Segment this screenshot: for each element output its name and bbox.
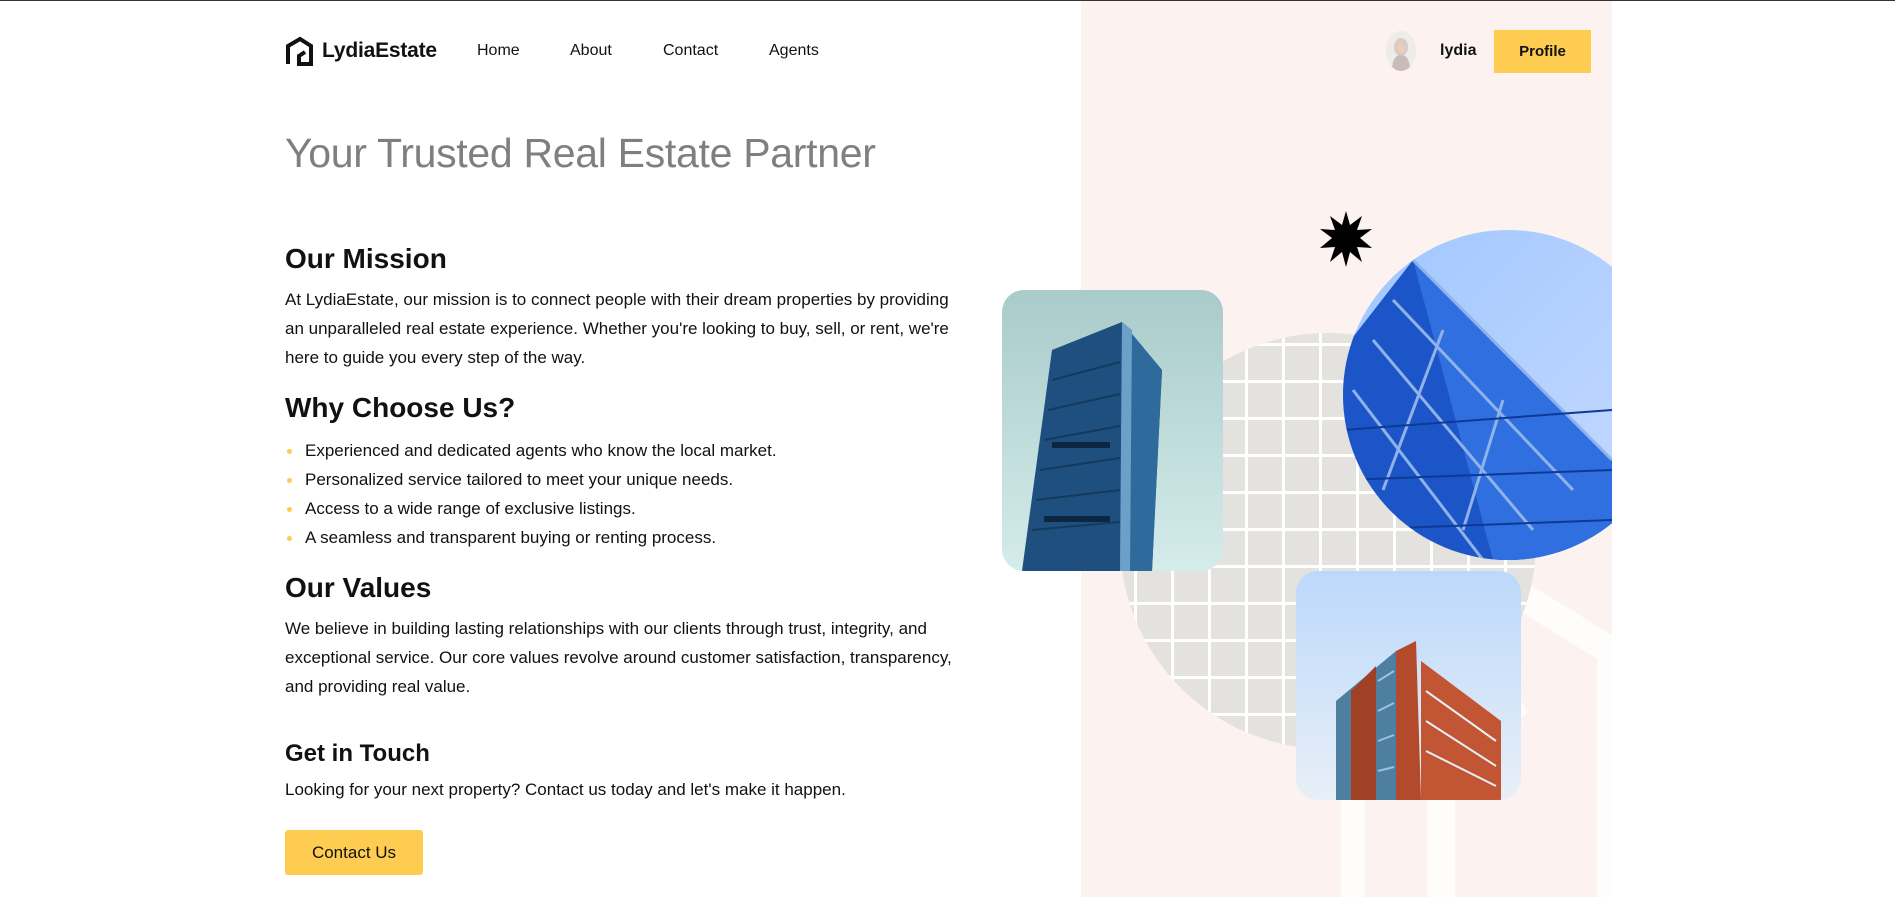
skyscraper-icon [1022, 322, 1162, 571]
building-photo-tall [1002, 290, 1223, 571]
building-photo-circle-clip [1343, 230, 1612, 560]
why-list: Experienced and dedicated agents who kno… [285, 436, 777, 552]
bullet-icon [287, 536, 292, 541]
brand-name: LydiaEstate [322, 39, 437, 62]
bullet-icon [287, 449, 292, 454]
bullet-icon [287, 478, 292, 483]
list-item-text: Access to a wide range of exclusive list… [305, 499, 636, 518]
mission-heading: Our Mission [285, 243, 447, 274]
list-item: Experienced and dedicated agents who kno… [285, 436, 777, 465]
list-item-text: Personalized service tailored to meet yo… [305, 470, 734, 489]
office-building-icon [1336, 641, 1501, 800]
nav-contact[interactable]: Contact [663, 42, 718, 60]
list-item: Access to a wide range of exclusive list… [285, 494, 777, 523]
list-item: A seamless and transparent buying or ren… [285, 523, 777, 552]
building-photo-brick [1296, 571, 1521, 800]
contact-heading: Get in Touch [285, 740, 430, 767]
nav-agents[interactable]: Agents [769, 42, 819, 60]
contact-text: Looking for your next property? Contact … [285, 780, 846, 799]
user-name: lydia [1440, 42, 1477, 59]
user-photo-icon [1386, 31, 1416, 71]
avatar[interactable] [1386, 31, 1416, 71]
glass-facade-icon [1343, 258, 1612, 560]
values-heading: Our Values [285, 572, 432, 603]
list-item: Personalized service tailored to meet yo… [285, 465, 777, 494]
nav-about[interactable]: About [570, 42, 612, 60]
mission-text: At LydiaEstate, our mission is to connec… [285, 290, 949, 367]
building-photo-circle [1343, 230, 1612, 560]
bullet-icon [287, 507, 292, 512]
house-logo-icon [286, 36, 313, 66]
list-item-text: A seamless and transparent buying or ren… [305, 528, 717, 547]
profile-button[interactable]: Profile [1494, 30, 1591, 73]
brand-logo[interactable]: LydiaEstate [285, 36, 437, 66]
why-heading: Why Choose Us? [285, 392, 516, 423]
nav-home[interactable]: Home [477, 42, 520, 60]
list-item-text: Experienced and dedicated agents who kno… [305, 441, 777, 460]
contact-us-button[interactable]: Contact Us [285, 830, 423, 875]
page-title: Your Trusted Real Estate Partner [285, 130, 876, 176]
values-text: We believe in building lasting relations… [285, 619, 952, 696]
